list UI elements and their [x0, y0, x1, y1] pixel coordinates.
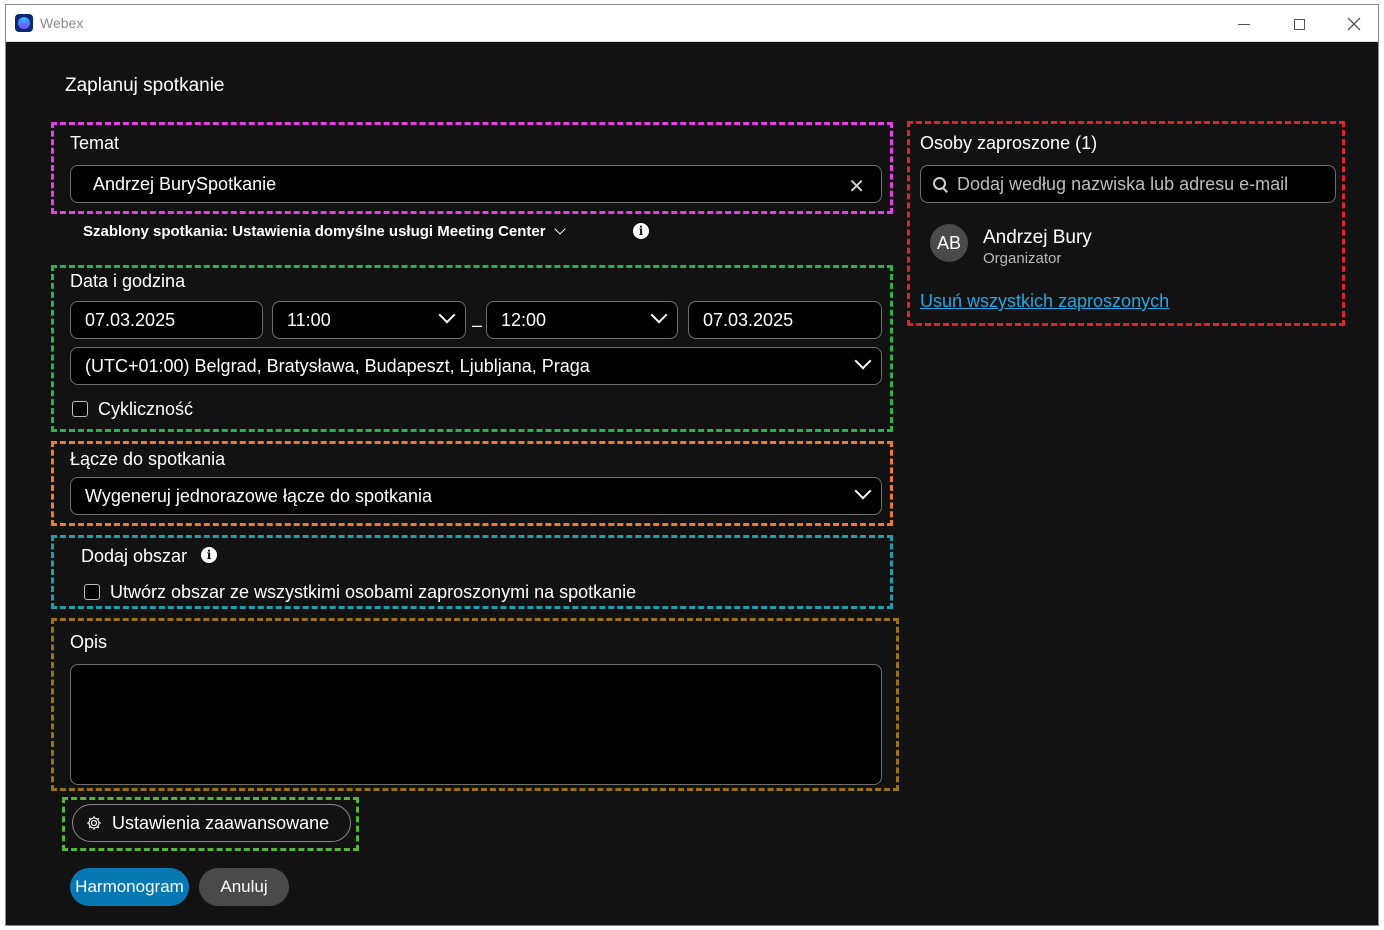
minimize-button[interactable]	[1221, 9, 1267, 39]
end-date-value: 07.03.2025	[703, 309, 794, 330]
chevron-down-icon	[650, 306, 668, 324]
cancel-button[interactable]: Anuluj	[199, 868, 289, 906]
end-time-value: 12:00	[501, 309, 547, 330]
close-window-button[interactable]	[1331, 9, 1377, 39]
clear-icon[interactable]: ✕	[848, 174, 865, 199]
invitee-name: Andrzej Bury	[983, 227, 1092, 248]
invitee-search-input[interactable]: Dodaj według nazwiska lub adresu e-mail	[920, 165, 1336, 203]
topic-label: Temat	[70, 133, 120, 153]
avatar: AB	[930, 224, 968, 262]
app-title: Webex	[40, 15, 84, 31]
timezone-select[interactable]: (UTC+01:00) Belgrad, Bratysława, Budapes…	[70, 347, 882, 385]
recurrence-label: Cykliczność	[98, 399, 194, 419]
schedule-button[interactable]: Harmonogram	[70, 868, 189, 906]
chevron-down-icon	[438, 306, 456, 324]
meeting-link-label: Łącze do spotkania	[70, 449, 226, 469]
start-time-value: 11:00	[287, 309, 331, 330]
app-window: Webex Zaplanuj spotkanie Temat Andrzej B…	[5, 4, 1379, 926]
meeting-link-select[interactable]: Wygeneruj jednorazowe łącze do spotkania	[70, 477, 882, 515]
meeting-link-value: Wygeneruj jednorazowe łącze do spotkania	[85, 485, 433, 506]
minimize-icon	[1238, 23, 1250, 25]
datetime-label: Data i godzina	[70, 271, 186, 291]
search-icon	[933, 177, 947, 191]
meeting-template-dropdown[interactable]: Szablony spotkania: Ustawienia domyślne …	[83, 222, 566, 240]
topic-input[interactable]: Andrzej BurySpotkanie ✕	[70, 165, 882, 203]
gear-icon	[87, 816, 101, 830]
invitee-search-placeholder: Dodaj według nazwiska lub adresu e-mail	[957, 173, 1289, 194]
topic-value: Andrzej BurySpotkanie	[93, 173, 277, 194]
maximize-button[interactable]	[1276, 9, 1322, 39]
start-date-value: 07.03.2025	[85, 309, 176, 330]
start-time-select[interactable]: 11:00	[272, 301, 466, 339]
webex-logo-icon	[15, 14, 33, 32]
chevron-down-icon	[854, 352, 872, 370]
invitees-label: Osoby zaproszone (1)	[920, 133, 1098, 153]
page-title: Zaplanuj spotkanie	[65, 75, 225, 96]
title-bar: Webex	[6, 5, 1378, 42]
timezone-value: (UTC+01:00) Belgrad, Bratysława, Budapes…	[85, 355, 590, 376]
schedule-meeting-panel: Zaplanuj spotkanie Temat Andrzej BurySpo…	[6, 43, 1378, 925]
create-space-checkbox[interactable]	[84, 584, 100, 600]
create-space-label: Utwórz obszar ze wszystkimi osobami zapr…	[110, 582, 637, 602]
template-info-icon[interactable]: i	[633, 223, 649, 239]
remove-all-invitees-link[interactable]: Usuń wszystkich zaproszonych	[920, 291, 1169, 312]
advanced-settings-button[interactable]: Ustawienia zaawansowane	[72, 804, 351, 842]
add-space-label: Dodaj obszar	[81, 546, 188, 566]
end-date-field[interactable]: 07.03.2025	[688, 301, 882, 339]
chevron-down-icon	[553, 222, 566, 235]
advanced-settings-label: Ustawienia zaawansowane	[112, 812, 330, 833]
invitee-role: Organizator	[983, 250, 1062, 267]
description-textarea[interactable]	[70, 664, 882, 785]
recurrence-checkbox[interactable]	[72, 401, 88, 417]
end-time-select[interactable]: 12:00	[486, 301, 678, 339]
description-label: Opis	[70, 632, 108, 652]
close-icon	[1347, 17, 1361, 31]
maximize-icon	[1293, 18, 1305, 30]
space-info-icon[interactable]: i	[201, 547, 217, 563]
chevron-down-icon	[854, 482, 872, 500]
time-separator: –	[472, 315, 483, 335]
meeting-template-label: Szablony spotkania: Ustawienia domyślne …	[83, 223, 546, 240]
start-date-field[interactable]: 07.03.2025	[70, 301, 263, 339]
